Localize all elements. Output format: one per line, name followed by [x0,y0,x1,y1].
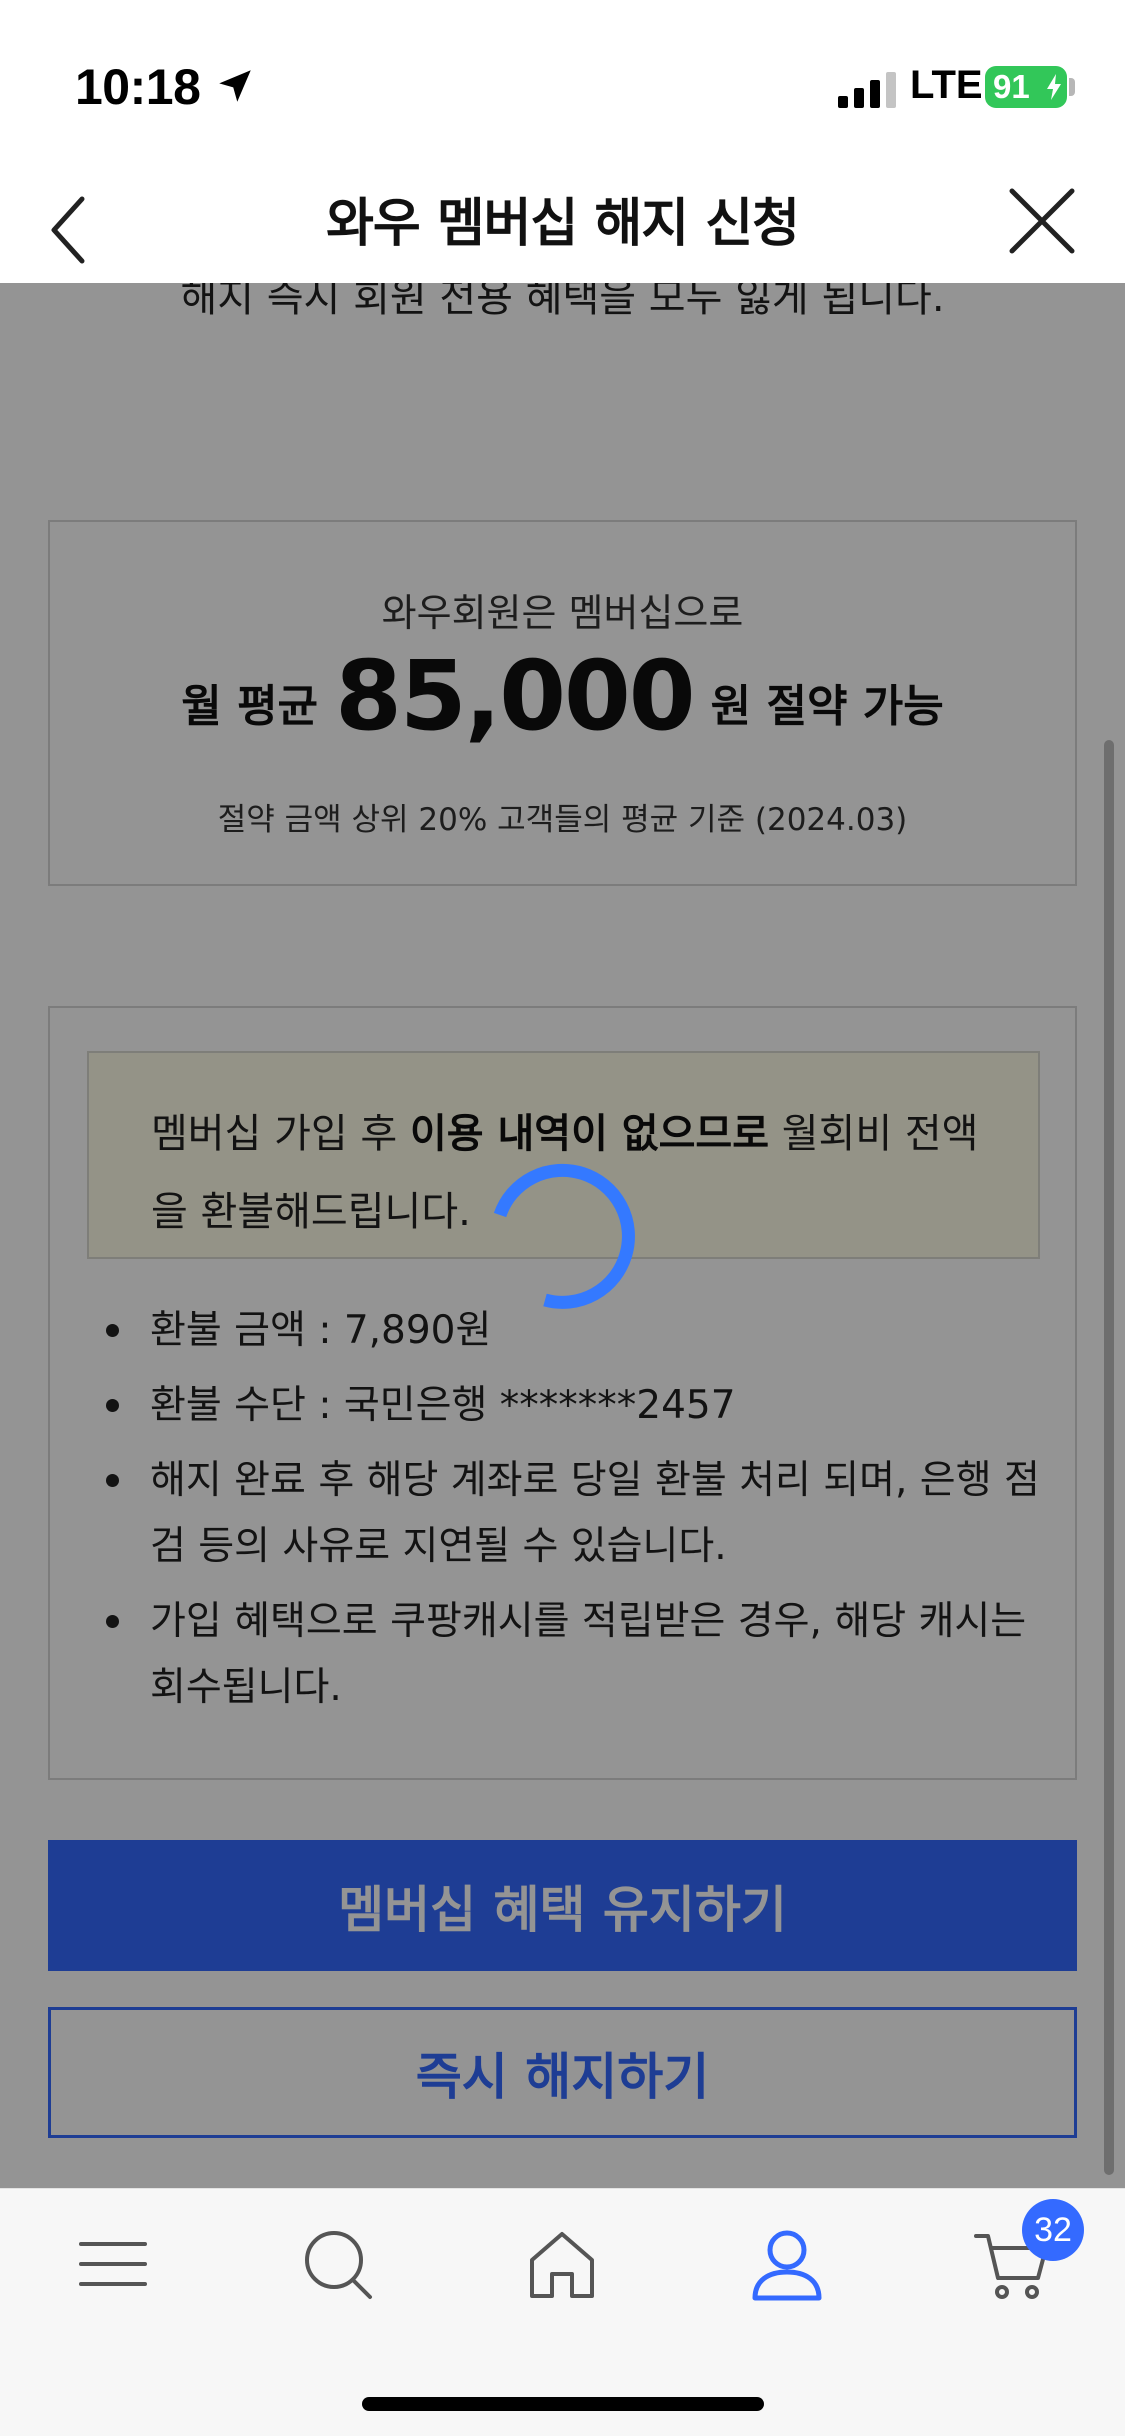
hamburger-menu-icon [79,2242,147,2286]
user-icon [752,2230,822,2301]
battery-icon: 91 [985,66,1067,108]
network-type: LTE [910,63,983,107]
cart-count-badge: 32 [1022,2199,1084,2261]
close-icon[interactable] [1008,187,1076,255]
home-icon [530,2232,594,2298]
location-arrow-icon [219,70,251,102]
search-icon [305,2231,372,2299]
loading-spinner-icon [493,1163,635,1309]
tab-search[interactable] [298,2224,378,2304]
battery-cap [1069,78,1075,96]
tab-my-coupang[interactable] [747,2224,827,2304]
status-time: 10:18 [75,59,201,115]
battery-level: 91 [993,68,1030,105]
charging-bolt-icon [1047,74,1061,100]
app-header: 와우 멤버십 해지 신청 [0,175,1125,283]
home-indicator[interactable] [362,2397,764,2411]
scrollbar[interactable] [1104,740,1114,2175]
status-bar: 10:18 LTE 91 [0,0,1125,175]
tab-menu[interactable] [73,2224,153,2304]
tab-home[interactable] [522,2224,602,2304]
signal-icon [838,72,896,108]
page-title: 와우 멤버십 해지 신청 [326,194,800,254]
